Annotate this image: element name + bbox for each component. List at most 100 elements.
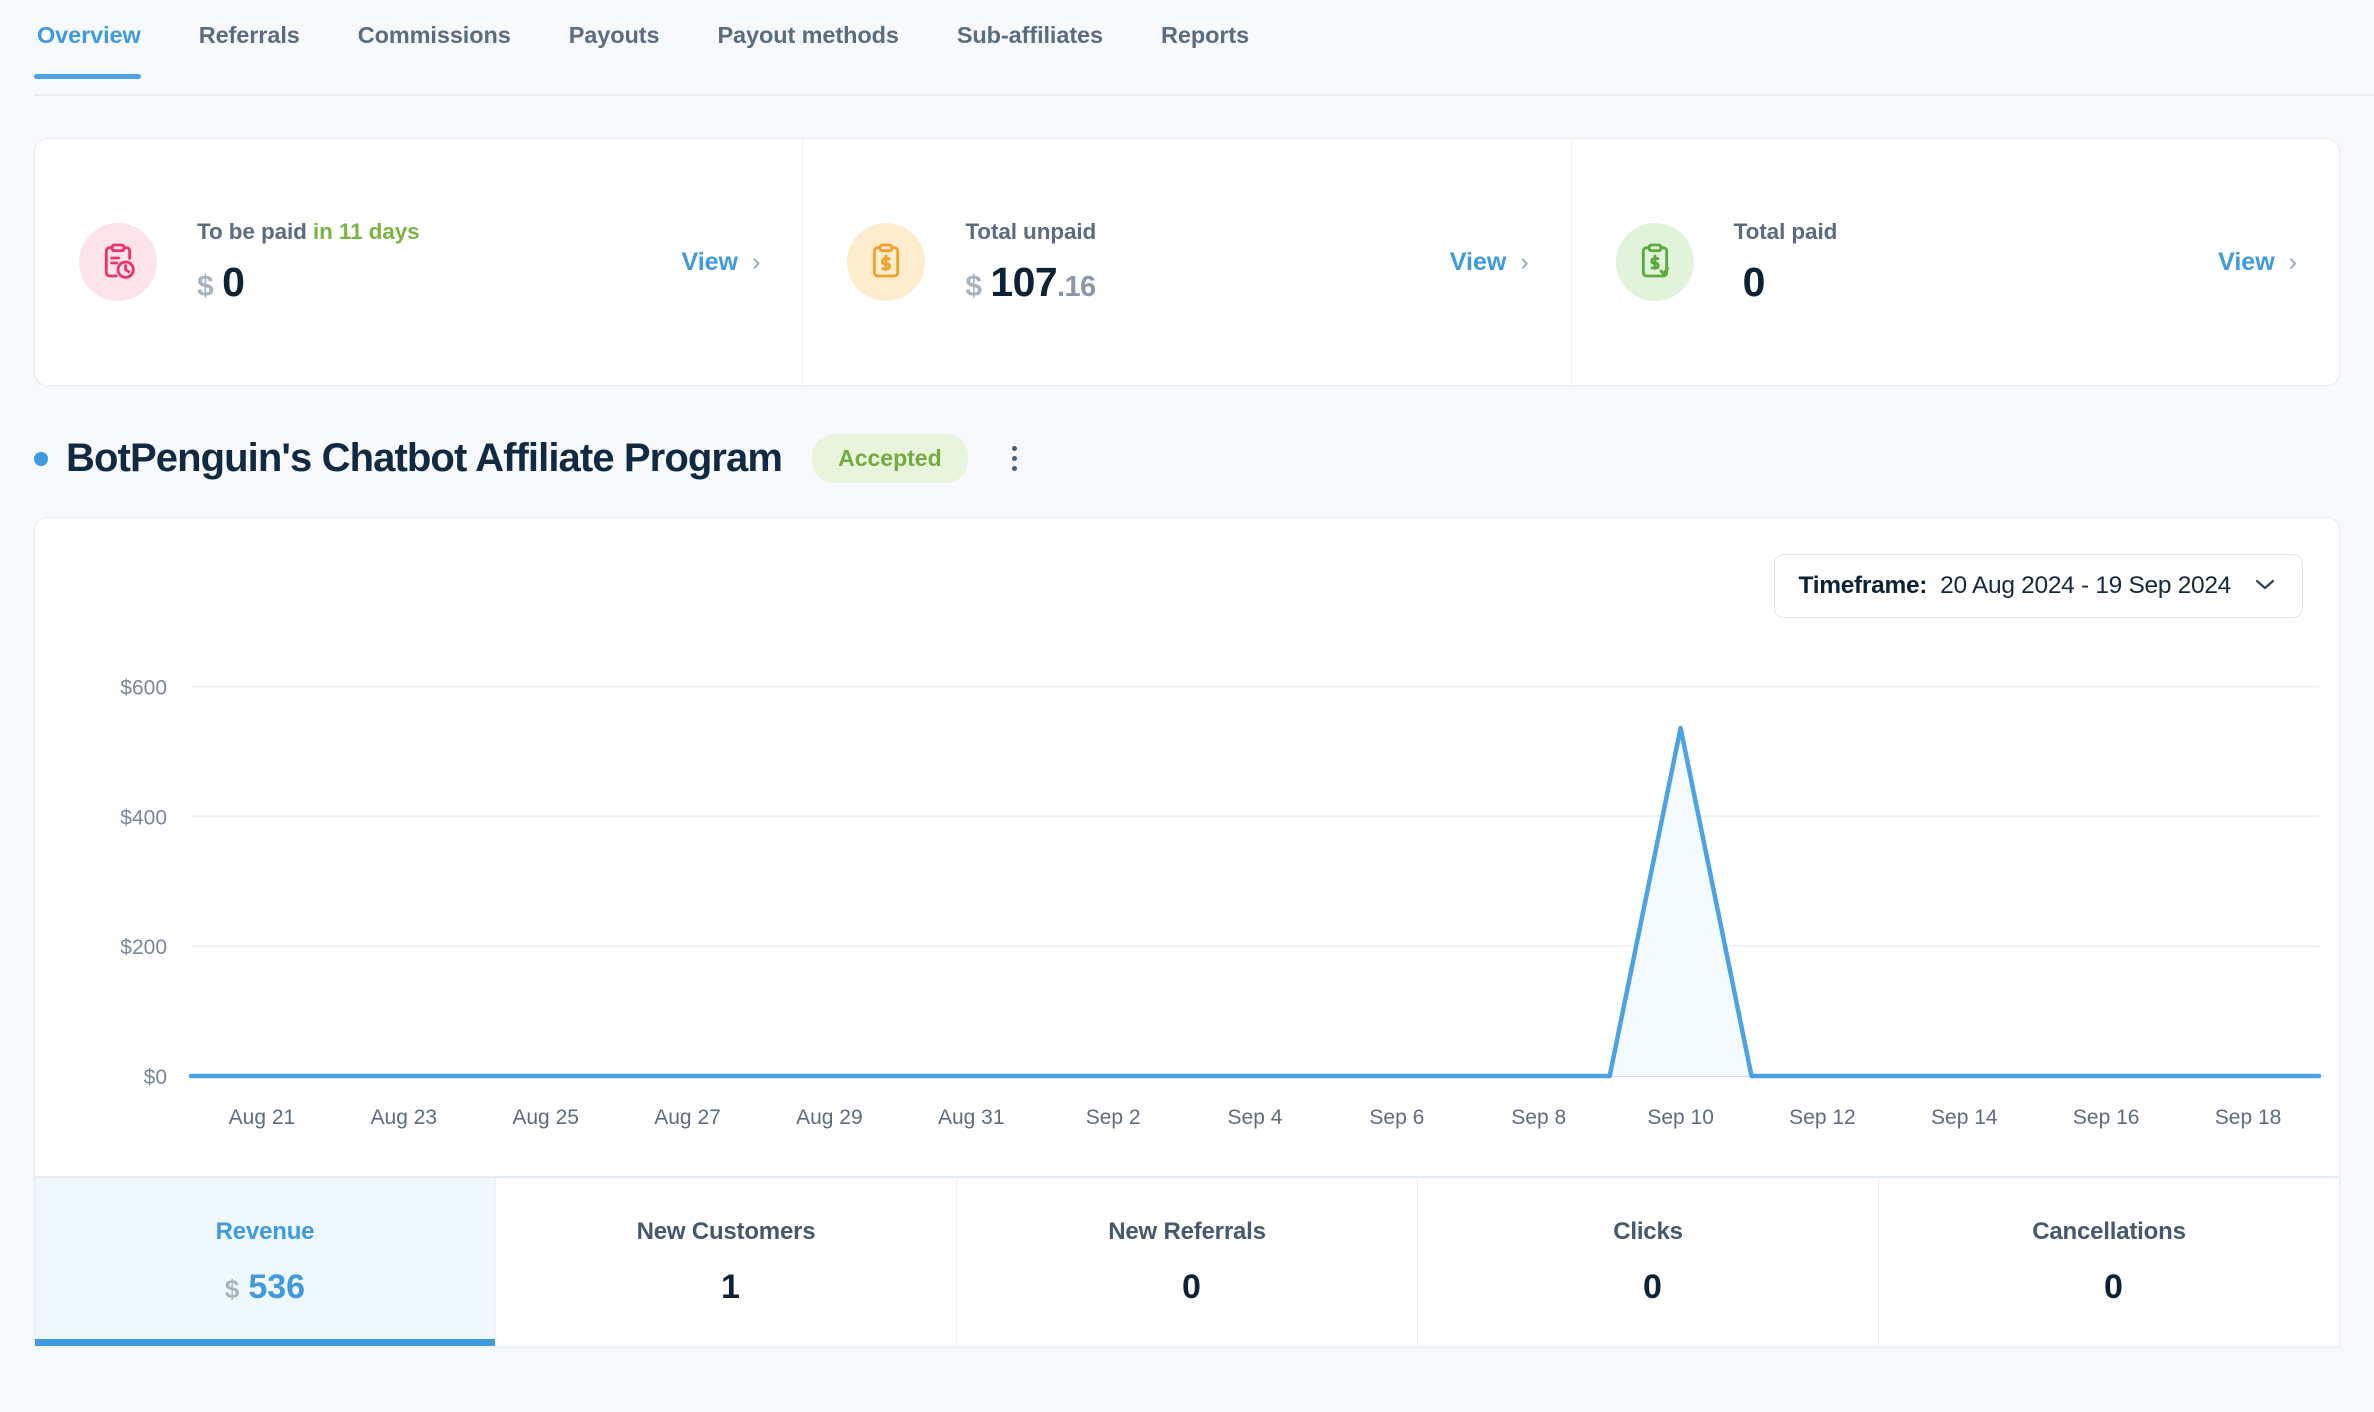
- stat-card-to-be-paid: To be paid in 11 days $0 View ›: [35, 139, 804, 385]
- tab-commissions[interactable]: Commissions: [329, 22, 540, 79]
- metric-tabs: Revenue $536 New Customers 1 New Referra…: [34, 1177, 2340, 1347]
- x-tick-label: Sep 2: [1086, 1106, 1141, 1129]
- x-tick-label: Sep 18: [2215, 1106, 2282, 1129]
- tab-referrals[interactable]: Referrals: [170, 22, 329, 79]
- metric-number: 536: [248, 1267, 306, 1306]
- metric-tab-new-referrals[interactable]: New Referrals 0: [957, 1178, 1418, 1346]
- metric-tab-clicks[interactable]: Clicks 0: [1418, 1178, 1879, 1346]
- tab-label: Commissions: [357, 22, 511, 48]
- metric-number: 1: [721, 1267, 740, 1306]
- chevron-right-icon: ›: [1520, 247, 1529, 276]
- status-badge: Accepted: [812, 434, 968, 483]
- tab-payouts[interactable]: Payouts: [540, 22, 689, 79]
- timeframe-value: 20 Aug 2024 - 19 Sep 2024: [1940, 572, 2231, 599]
- metric-label: Cancellations: [2032, 1217, 2186, 1245]
- stat-value-main: 0: [222, 258, 245, 305]
- timeframe-selector[interactable]: Timeframe: 20 Aug 2024 - 19 Sep 2024: [1773, 554, 2303, 618]
- stat-card-body: Total paid 0: [1734, 219, 2218, 306]
- clipboard-check-icon: [1615, 223, 1694, 301]
- metric-tab-new-customers[interactable]: New Customers 1: [496, 1178, 957, 1346]
- currency-symbol: $: [965, 269, 982, 303]
- tab-payout-methods[interactable]: Payout methods: [688, 22, 927, 79]
- metric-label: New Referrals: [1108, 1217, 1266, 1245]
- stat-value-fraction: .16: [1057, 270, 1096, 303]
- metric-number: 0: [1643, 1267, 1662, 1306]
- metric-tab-cancellations[interactable]: Cancellations 0: [1879, 1178, 2339, 1346]
- x-tick-label: Aug 23: [371, 1106, 438, 1129]
- stats-card-group: To be paid in 11 days $0 View › Total un…: [34, 138, 2340, 386]
- metric-value: 0: [1173, 1268, 1201, 1307]
- revenue-line-chart: $0 $200 $400 $600 Aug 21 Aug 23 Aug 25 Aug 27 A…: [35, 614, 2339, 1174]
- x-tick-label: Sep 14: [1931, 1106, 1998, 1129]
- metric-number: 0: [2104, 1267, 2123, 1306]
- metric-value: 1: [712, 1268, 740, 1307]
- x-tick-label: Sep 6: [1369, 1106, 1424, 1129]
- stat-card-total-unpaid: Total unpaid $107.16 View ›: [803, 139, 1572, 385]
- stat-value: 0: [1734, 259, 2218, 306]
- y-tick-label: $600: [120, 676, 167, 699]
- x-tick-label: Aug 21: [229, 1106, 296, 1129]
- view-link-label: View: [2218, 247, 2275, 276]
- metric-label: New Customers: [636, 1217, 816, 1245]
- page-title: BotPenguin's Chatbot Affiliate Program: [66, 436, 783, 480]
- tab-label: Reports: [1161, 22, 1250, 48]
- metric-value: 0: [1634, 1268, 1662, 1307]
- stat-label: Total unpaid: [965, 219, 1449, 245]
- tab-overview[interactable]: Overview: [34, 22, 170, 79]
- x-tick-label: Sep 4: [1228, 1106, 1283, 1129]
- stat-label: To be paid in 11 days: [197, 219, 681, 245]
- tab-sub-affiliates[interactable]: Sub-affiliates: [928, 22, 1132, 79]
- currency-symbol: $: [197, 269, 214, 303]
- metric-label: Clicks: [1613, 1217, 1683, 1245]
- clipboard-clock-icon: [79, 223, 157, 301]
- timeframe-label: Timeframe:: [1798, 572, 1928, 599]
- stat-value: $0: [197, 259, 681, 306]
- main-tabbar: Overview Referrals Commissions Payouts P…: [0, 0, 2374, 96]
- chart-gridlines: [191, 685, 2319, 1077]
- tab-label: Overview: [37, 22, 141, 48]
- chart-line: [188, 725, 2322, 1079]
- x-tick-label: Sep 8: [1511, 1106, 1566, 1129]
- view-link-label: View: [681, 247, 738, 276]
- x-tick-label: Aug 31: [938, 1106, 1005, 1129]
- x-tick-label: Aug 27: [654, 1106, 721, 1129]
- clipboard-dollar-icon: [847, 223, 926, 301]
- x-tick-label: Sep 10: [1647, 1106, 1714, 1129]
- stat-value-main: 107: [990, 258, 1058, 305]
- metric-tab-revenue[interactable]: Revenue $536: [35, 1178, 496, 1346]
- metric-value: $536: [225, 1268, 305, 1307]
- chevron-down-icon: [2252, 575, 2278, 598]
- x-tick-label: Sep 12: [1789, 1106, 1856, 1129]
- stat-label-prefix: Total paid: [1733, 218, 1838, 244]
- metric-number: 0: [1182, 1267, 1201, 1306]
- status-dot-icon: [34, 451, 48, 466]
- chart-svg: $0$200$400$600 Aug 21 Aug 23 Aug 25 Aug 27 A…: [120, 676, 2322, 1129]
- tab-reports[interactable]: Reports: [1132, 22, 1278, 79]
- chart-card: Timeframe: 20 Aug 2024 - 19 Sep 2024 $0 $…: [34, 517, 2340, 1177]
- stat-label: Total paid: [1734, 219, 2218, 245]
- stats-section: To be paid in 11 days $0 View › Total un…: [0, 96, 2374, 386]
- y-tick-label: $400: [120, 806, 167, 829]
- view-link-total-unpaid[interactable]: View ›: [1450, 248, 1529, 277]
- chevron-right-icon: ›: [752, 247, 761, 276]
- view-link-total-paid[interactable]: View ›: [2218, 248, 2297, 277]
- chart-area-fill: [191, 728, 2319, 1076]
- stat-card-total-paid: Total paid 0 View ›: [1572, 139, 2339, 385]
- y-tick-label: $0: [144, 1066, 167, 1089]
- kebab-menu-icon[interactable]: [1000, 438, 1029, 479]
- stat-value-main: 0: [1742, 258, 1766, 305]
- stat-value: $107.16: [965, 259, 1449, 306]
- tab-label: Payout methods: [717, 22, 899, 48]
- metric-label: Revenue: [215, 1217, 315, 1245]
- chart-x-axis-labels: Aug 21 Aug 23 Aug 25 Aug 27 Aug 29 Aug 31 Sep …: [229, 1106, 2282, 1129]
- chevron-right-icon: ›: [2288, 247, 2297, 276]
- tab-label: Referrals: [198, 22, 300, 48]
- stat-label-prefix: To be paid: [197, 218, 313, 244]
- x-tick-label: Sep 16: [2073, 1106, 2140, 1129]
- view-link-to-be-paid[interactable]: View ›: [681, 248, 760, 277]
- stat-card-body: To be paid in 11 days $0: [197, 219, 681, 306]
- stat-label-accent: in 11 days: [312, 218, 420, 244]
- x-tick-label: Aug 29: [796, 1106, 863, 1129]
- stat-label-prefix: Total unpaid: [965, 218, 1097, 244]
- tab-label: Payouts: [568, 22, 660, 48]
